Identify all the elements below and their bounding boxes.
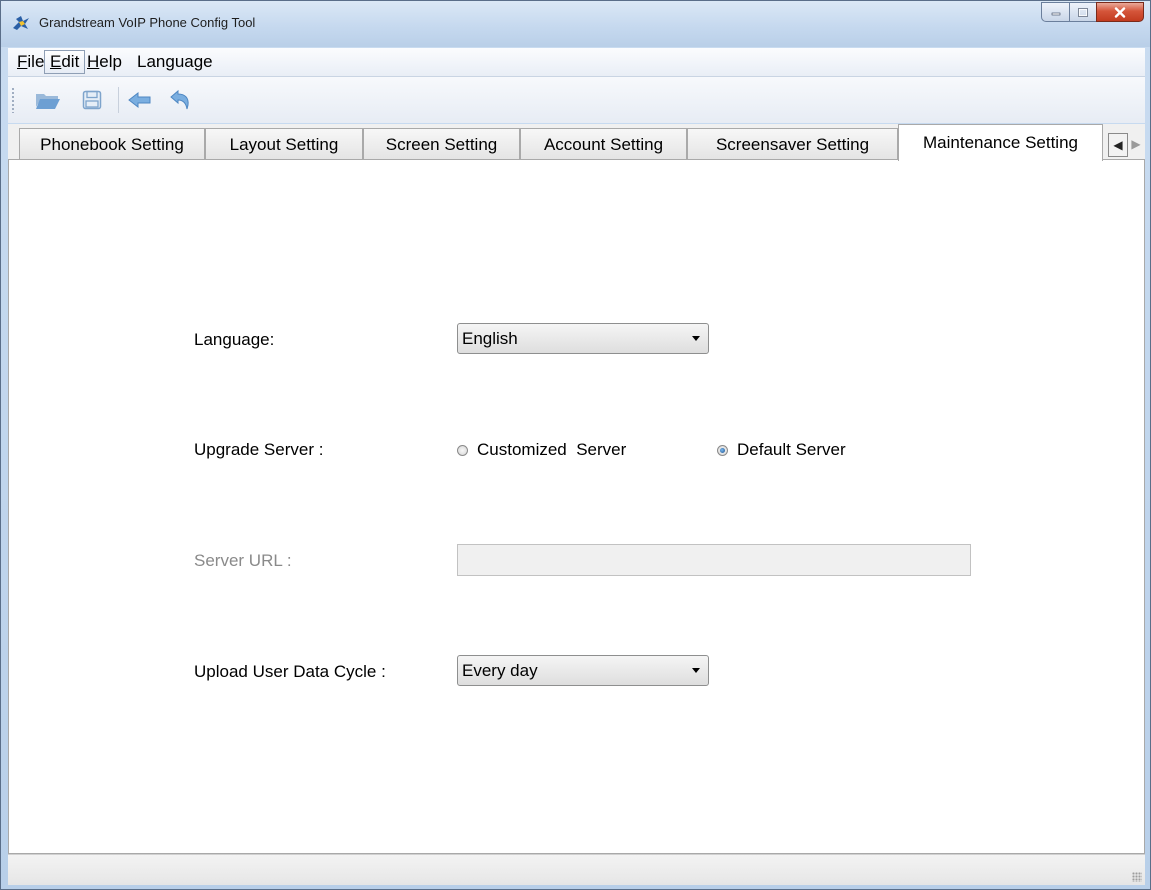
tab-strip: Phonebook Setting Layout Setting Screen … (8, 124, 1145, 161)
menu-language[interactable]: Language (132, 51, 218, 73)
save-icon (82, 90, 102, 110)
server-url-input[interactable] (457, 544, 971, 576)
title-bar[interactable]: Grandstream VoIP Phone Config Tool (1, 1, 1150, 47)
open-folder-icon (36, 94, 60, 109)
menu-edit[interactable]: Edit (44, 50, 86, 74)
menu-bar: File Edit Help Language (8, 48, 1145, 77)
tab-screen-setting[interactable]: Screen Setting (363, 128, 520, 160)
back-arrow-icon (128, 91, 151, 109)
resize-grip-icon[interactable] (1132, 872, 1142, 882)
default-server-radio[interactable]: Default Server (717, 440, 846, 460)
server-url-label: Server URL : (194, 551, 292, 570)
maintenance-setting-panel: Language: English Upgrade Server : Custo… (8, 159, 1145, 854)
toolbar (8, 77, 1145, 123)
window-title: Grandstream VoIP Phone Config Tool (39, 15, 256, 30)
undo-button[interactable] (166, 87, 194, 113)
open-button[interactable] (34, 87, 62, 113)
language-select-value: English (462, 329, 518, 348)
upload-cycle-select-value: Every day (462, 661, 538, 680)
tab-scroll-left-button[interactable]: ◀ (1108, 133, 1128, 157)
caption-buttons (1041, 2, 1144, 24)
dropdown-arrow-icon (692, 336, 700, 341)
maximize-button[interactable] (1069, 2, 1096, 22)
status-bar (8, 854, 1145, 885)
tab-maintenance-setting[interactable]: Maintenance Setting (898, 124, 1103, 161)
scroll-left-icon: ◀ (1113, 138, 1123, 152)
minimize-button[interactable] (1041, 2, 1069, 22)
customized-server-radio[interactable]: Customized Server (457, 440, 626, 460)
menu-help[interactable]: Help (82, 51, 127, 73)
app-window: Grandstream VoIP Phone Config Tool File … (0, 0, 1151, 890)
upload-user-data-cycle-label: Upload User Data Cycle : (194, 662, 386, 681)
tab-screensaver-setting[interactable]: Screensaver Setting (687, 128, 898, 160)
maximize-icon (1078, 7, 1088, 17)
close-icon (1114, 6, 1126, 18)
scroll-right-icon: ▶ (1131, 137, 1141, 151)
radio-unchecked-icon (457, 444, 468, 456)
toolbar-separator (118, 87, 119, 113)
tab-layout-setting[interactable]: Layout Setting (205, 128, 363, 160)
language-label: Language: (194, 330, 275, 349)
tab-phonebook-setting[interactable]: Phonebook Setting (19, 128, 205, 160)
close-button[interactable] (1096, 2, 1144, 22)
dropdown-arrow-icon (692, 668, 700, 673)
tab-account-setting[interactable]: Account Setting (520, 128, 687, 160)
language-select[interactable]: English (457, 323, 709, 354)
minimize-icon (1051, 12, 1060, 16)
toolbar-grip[interactable] (11, 87, 15, 113)
undo-icon (170, 89, 189, 110)
upgrade-server-label: Upgrade Server : (194, 440, 324, 459)
tab-scroll-right-button[interactable]: ▶ (1127, 133, 1145, 155)
back-button[interactable] (126, 87, 154, 113)
upload-cycle-select[interactable]: Every day (457, 655, 709, 686)
save-button[interactable] (78, 87, 106, 113)
radio-checked-icon (717, 444, 728, 456)
grandstream-logo-icon (13, 16, 29, 30)
